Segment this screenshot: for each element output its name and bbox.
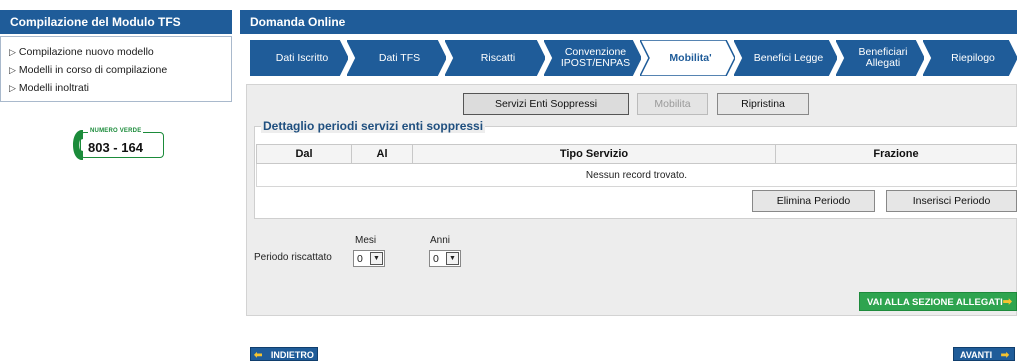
numero-verde-badge: NUMERO VERDE 803 - 164 (72, 128, 167, 161)
triangle-right-icon: ▷ (9, 47, 16, 57)
empty-message: Nessun record trovato. (256, 163, 1017, 187)
step-label: Riepilogo (951, 51, 995, 64)
indietro-label: INDIETRO (270, 350, 314, 360)
sidebar-item-label: Compilazione nuovo modello (18, 46, 154, 58)
table-header-row: Dal Al Tipo Servizio Frazione (256, 144, 1017, 164)
ripristina-button[interactable]: Ripristina (717, 93, 809, 115)
sidebar-item-label: Modelli in corso di compilazione (18, 64, 168, 76)
step-riepilogo[interactable]: Riepilogo (923, 40, 1017, 76)
step-benefici-legge[interactable]: Benefici Legge (734, 40, 837, 76)
anni-select[interactable]: 0 ▼ (429, 250, 461, 267)
arrow-left-icon: ⬅ (254, 350, 263, 361)
step-beneficiari-allegati[interactable]: Beneficiari Allegati (836, 40, 924, 76)
elimina-periodo-button[interactable]: Elimina Periodo (752, 190, 875, 212)
periodo-riscattato-label: Periodo riscattato (254, 252, 332, 263)
step-dati-tfs[interactable]: Dati TFS (347, 40, 446, 76)
triangle-right-icon: ▷ (9, 65, 16, 75)
allegati-button-label: VAI ALLA SEZIONE ALLEGATI (867, 297, 1003, 308)
chevron-down-icon: ▼ (446, 252, 459, 265)
inserisci-periodo-button[interactable]: Inserisci Periodo (886, 190, 1017, 212)
periodi-table: Dal Al Tipo Servizio Frazione Nessun rec… (256, 144, 1017, 187)
vai-sezione-allegati-button[interactable]: VAI ALLA SEZIONE ALLEGATI ➡ (859, 292, 1017, 311)
mesi-label: Mesi (355, 235, 377, 246)
column-header-al[interactable]: Al (351, 144, 413, 164)
sidebar-item-label: Modelli inoltrati (18, 82, 89, 94)
step-label: Dati TFS (378, 51, 421, 64)
step-riscatti[interactable]: Riscatti (445, 40, 545, 76)
sidebar-item-modelli-in-corso[interactable]: ▷ Modelli in corso di compilazione (1, 61, 231, 79)
triangle-right-icon: ▷ (9, 83, 16, 93)
sidebar-menu: ▷ Compilazione nuovo modello ▷ Modelli in … (0, 36, 232, 102)
mobilita-button[interactable]: Mobilita (637, 93, 708, 115)
step-label: Beneficiari Allegati (858, 46, 908, 69)
arrow-right-icon: ➡ (1000, 350, 1010, 361)
table-row: Nessun record trovato. (256, 163, 1017, 187)
step-label: Convenzione IPOST/ENPAS (560, 46, 631, 69)
column-header-dal[interactable]: Dal (256, 144, 352, 164)
page-title: Domanda Online (240, 10, 1017, 34)
column-header-tipo-servizio[interactable]: Tipo Servizio (412, 144, 776, 164)
phone-icon (73, 130, 83, 160)
anni-label: Anni (430, 235, 451, 246)
step-label: Benefici Legge (753, 51, 824, 64)
avanti-button[interactable]: AVANTI ➡ (953, 347, 1015, 361)
step-mobilita[interactable]: Mobilita' (640, 40, 735, 76)
mesi-value: 0 (357, 252, 363, 265)
numero-verde-caption: NUMERO VERDE (88, 128, 144, 134)
dettaglio-legend: Dettaglio periodi servizi enti soppressi (261, 119, 486, 133)
mesi-select[interactable]: 0 ▼ (353, 250, 385, 267)
servizi-enti-soppressi-button[interactable]: Servizi Enti Soppressi (463, 93, 629, 115)
step-dati-iscritto[interactable]: Dati Iscritto (250, 40, 348, 76)
sidebar-item-nuovo-modello[interactable]: ▷ Compilazione nuovo modello (1, 43, 231, 61)
column-header-frazione[interactable]: Frazione (775, 144, 1017, 164)
anni-value: 0 (433, 252, 439, 265)
sidebar-item-modelli-inoltrati[interactable]: ▷ Modelli inoltrati (1, 79, 231, 97)
sidebar-title: Compilazione del Modulo TFS (0, 10, 232, 34)
avanti-label: AVANTI (960, 350, 993, 360)
arrow-right-icon: ➡ (1002, 296, 1012, 308)
chevron-down-icon: ▼ (370, 252, 383, 265)
indietro-button[interactable]: ⬅ INDIETRO (250, 347, 318, 361)
step-label: Dati Iscritto (275, 51, 329, 64)
step-label: Mobilita' (669, 51, 712, 64)
numero-verde-number: 803 - 164 (88, 140, 143, 155)
wizard-steps: Dati Iscritto Dati TFS Riscatti Convenzione… (240, 37, 1017, 79)
step-label: Riscatti (480, 51, 516, 64)
step-convenzione[interactable]: Convenzione IPOST/ENPAS (544, 40, 641, 76)
